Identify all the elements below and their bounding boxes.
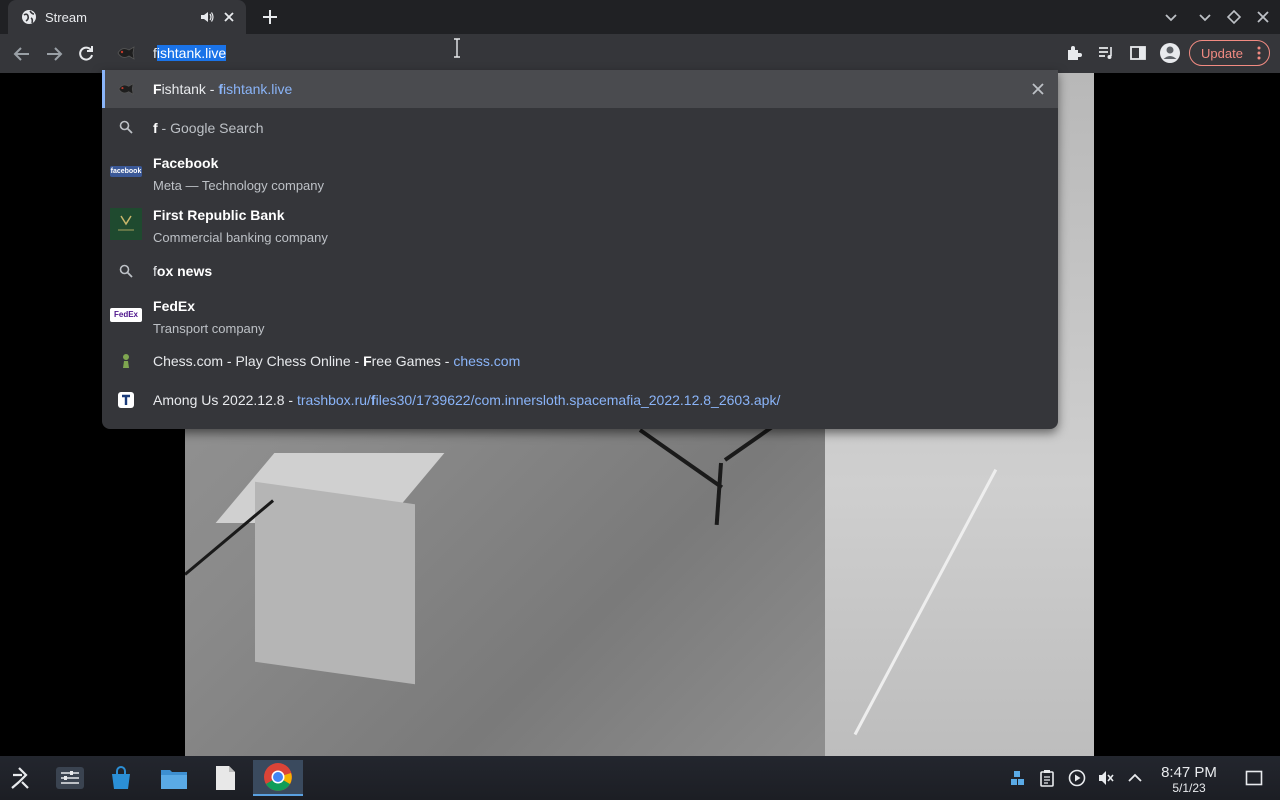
suggestion-facebook[interactable]: facebook Facebook Meta — Technology comp… [102,146,1058,198]
document-icon [216,766,235,790]
clipboard-tray-icon[interactable] [1038,769,1056,787]
maximize-icon[interactable] [1226,9,1242,25]
suggestion-text: fox news [153,263,213,279]
forward-icon[interactable] [44,44,64,64]
system-settings-button[interactable] [48,760,92,796]
suggestion-google-search[interactable]: f - Google Search [102,108,1058,146]
suggestion-fedex[interactable]: FedEx FedEx Transport company [102,290,1058,342]
suggestion-text: Among Us 2022.12.8 - trashbox.ru/files30… [153,392,781,408]
suggestion-title: FedEx [153,298,196,314]
tab-search-icon[interactable] [1163,9,1179,25]
fishtank-site-icon[interactable] [116,44,136,62]
first-republic-logo-icon [110,208,142,240]
suggestion-text: Chess.com - Play Chess Online - Free Gam… [153,353,521,369]
sliders-icon [56,767,84,789]
video-table-leg [638,428,724,489]
chrome-icon [264,763,292,791]
omnibox-suggestions: Fishtank - fishtank.live f - Google Sear… [102,70,1058,429]
trashbox-favicon-icon [110,392,142,408]
media-player-tray-icon[interactable] [1068,769,1086,787]
launcher-icon [11,767,29,789]
more-vertical-icon[interactable] [1257,46,1261,60]
search-icon [110,120,142,134]
suggestion-fox-news[interactable]: fox news [102,250,1058,290]
chevron-up-icon[interactable] [1126,769,1144,787]
back-icon[interactable] [12,44,32,64]
close-window-icon[interactable] [1255,9,1271,25]
discover-store-button[interactable] [99,760,143,796]
taskbar [0,756,1280,800]
extensions-icon[interactable] [1065,44,1083,62]
suggestion-first-republic[interactable]: First Republic Bank Commercial banking c… [102,198,1058,250]
reload-icon[interactable] [76,44,96,64]
speaker-icon[interactable] [200,10,214,24]
clock-date[interactable]: 5/1/23 [1156,781,1222,795]
suggestion-title: Facebook [153,155,219,171]
address-bar-input[interactable]: fishtank.live [153,44,227,62]
suggestion-text: f - Google Search [153,120,264,136]
clock-time[interactable]: 8:47 PM [1156,764,1222,781]
update-label: Update [1201,45,1243,61]
suggestion-among-us[interactable]: Among Us 2022.12.8 - trashbox.ru/files30… [102,381,1058,420]
suggestion-text: Fishtank - fishtank.live [153,81,293,97]
tab-title: Stream [45,9,87,25]
video-table-leg [714,462,723,525]
store-bag-icon [112,766,130,789]
file-manager-button[interactable] [152,760,196,796]
app-launcher-button[interactable] [0,760,44,796]
suggestion-subtitle: Transport company [153,321,265,336]
tab-strip: Stream [0,0,1280,34]
suggestion-fishtank[interactable]: Fishtank - fishtank.live [102,70,1058,108]
suggestion-subtitle: Meta — Technology company [153,178,325,193]
search-icon [110,264,142,278]
tab-stream[interactable]: Stream [8,0,246,34]
side-panel-icon[interactable] [1129,44,1147,62]
globe-icon [22,10,36,24]
minimize-icon[interactable] [1197,9,1213,25]
update-button[interactable]: Update [1189,40,1270,66]
fishtank-favicon-icon [110,81,142,97]
fedex-logo-icon: FedEx [110,308,142,322]
selection-accent [102,70,105,108]
suggestion-chess[interactable]: Chess.com - Play Chess Online - Free Gam… [102,342,1058,381]
close-tab-icon[interactable] [222,10,236,24]
profile-avatar-icon[interactable] [1159,42,1181,64]
text-editor-button[interactable] [203,760,247,796]
chrome-taskbar-button[interactable] [253,760,303,796]
folder-icon [161,770,187,789]
autocomplete-selection: ishtank.live [156,45,227,61]
media-control-icon[interactable] [1097,44,1115,62]
suggestion-subtitle: Commercial banking company [153,230,328,245]
text-cursor-icon [454,38,460,58]
new-tab-icon[interactable] [261,8,279,26]
remove-suggestion-icon[interactable] [1032,83,1044,95]
toolbar: fishtank.live [0,34,1280,73]
show-desktop-icon[interactable] [1245,769,1263,787]
network-tray-icon[interactable] [1008,769,1026,787]
volume-muted-tray-icon[interactable] [1097,769,1115,787]
suggestion-title: First Republic Bank [153,207,285,223]
facebook-logo-icon: facebook [110,166,142,177]
video-box [255,481,415,685]
chess-pawn-icon [110,353,142,369]
